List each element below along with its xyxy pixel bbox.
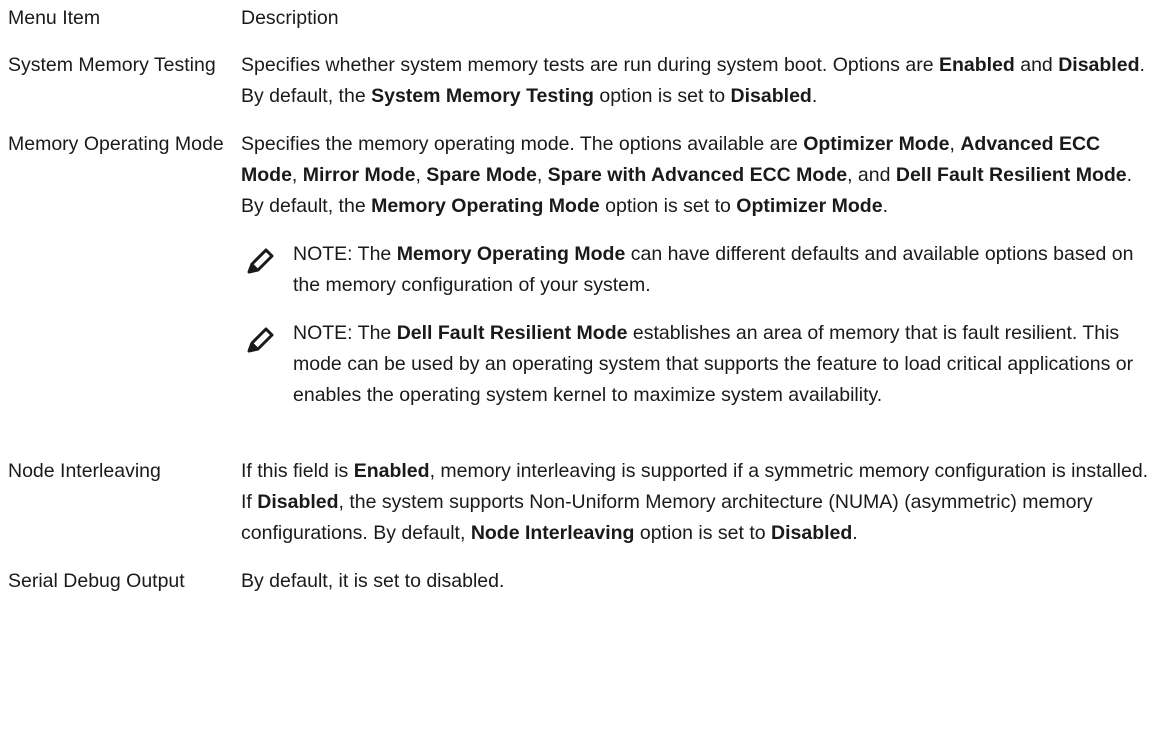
text-run: Specifies whether system memory tests ar… — [241, 54, 939, 76]
note-label: NOTE: — [293, 322, 353, 344]
bold-term: System Memory Testing — [371, 85, 594, 107]
table-row: Node Interleaving If this field is Enabl… — [8, 456, 1158, 549]
bold-term: Dell Fault Resilient Mode — [895, 164, 1127, 186]
description-text: Specifies whether system memory tests ar… — [241, 50, 1151, 112]
menu-item-label: Node Interleaving — [8, 460, 161, 482]
menu-item-label: Serial Debug Output — [8, 570, 185, 592]
menu-item-description: Specifies the memory operating mode. The… — [241, 129, 1151, 440]
text-run: Specifies the memory operating mode. The… — [241, 133, 804, 155]
description-text: By default, it is set to disabled. — [241, 566, 1151, 597]
menu-item-label: Memory Operating Mode — [8, 133, 224, 155]
bold-term: Disabled — [257, 491, 339, 513]
text-run: . — [852, 522, 858, 544]
bold-term: Optimizer Mode — [736, 195, 883, 217]
table-header-row: Menu Item Description — [8, 3, 1158, 34]
menu-item-description: Specifies whether system memory tests ar… — [241, 50, 1151, 112]
text-run: , — [536, 164, 548, 186]
bold-term: Disabled — [1058, 54, 1140, 76]
bold-term: Memory Operating Mode — [371, 195, 600, 217]
menu-item-label: System Memory Testing — [8, 54, 216, 76]
text-run: . — [882, 195, 888, 217]
description-text: If this field is Enabled, memory interle… — [241, 456, 1151, 549]
bold-term: Optimizer Mode — [803, 133, 950, 155]
bold-term: Disabled — [771, 522, 853, 544]
table-row: Serial Debug Output By default, it is se… — [8, 566, 1158, 597]
bold-term: Enabled — [353, 460, 430, 482]
text-run: option is set to — [593, 85, 731, 107]
bold-term: Memory Operating Mode — [396, 243, 626, 265]
table-row: Memory Operating Mode Specifies the memo… — [8, 129, 1158, 440]
bold-term: Spare with Advanced ECC Mode — [547, 164, 848, 186]
note-block: NOTE: The Memory Operating Mode can have… — [241, 239, 1151, 301]
bold-term: Enabled — [938, 54, 1015, 76]
text-run: , — [415, 164, 427, 186]
text-run: and — [1014, 54, 1059, 76]
text-run: option is set to — [599, 195, 737, 217]
table-row: System Memory Testing Specifies whether … — [8, 50, 1158, 112]
text-run: option is set to — [634, 522, 772, 544]
bold-term: Dell Fault Resilient Mode — [396, 322, 628, 344]
menu-item-description: By default, it is set to disabled. — [241, 566, 1151, 597]
text-run: , — [949, 133, 961, 155]
pencil-note-icon — [246, 327, 276, 353]
text-run: The — [352, 243, 397, 265]
bold-term: Disabled — [730, 85, 812, 107]
text-run: The — [352, 322, 397, 344]
bold-term: Mirror Mode — [302, 164, 416, 186]
description-text: Specifies the memory operating mode. The… — [241, 129, 1151, 222]
header-menu-item: Menu Item — [8, 7, 101, 29]
bold-term: Spare Mode — [426, 164, 537, 186]
text-run: If this field is — [241, 460, 354, 482]
menu-item-table: Menu Item Description System Memory Test… — [8, 3, 1158, 597]
menu-item-description: If this field is Enabled, memory interle… — [241, 456, 1151, 549]
bold-term: Node Interleaving — [470, 522, 635, 544]
text-run: , and — [847, 164, 896, 186]
header-description: Description — [241, 7, 339, 29]
note-text: NOTE: The Memory Operating Mode can have… — [293, 239, 1151, 301]
note-text: NOTE: The Dell Fault Resilient Mode esta… — [293, 318, 1151, 411]
text-run: By default, it is set to disabled. — [241, 570, 505, 592]
note-block: NOTE: The Dell Fault Resilient Mode esta… — [241, 318, 1151, 411]
text-run: , — [291, 164, 303, 186]
note-label: NOTE: — [293, 243, 353, 265]
text-run: . — [811, 85, 818, 107]
pencil-note-icon — [246, 248, 276, 274]
